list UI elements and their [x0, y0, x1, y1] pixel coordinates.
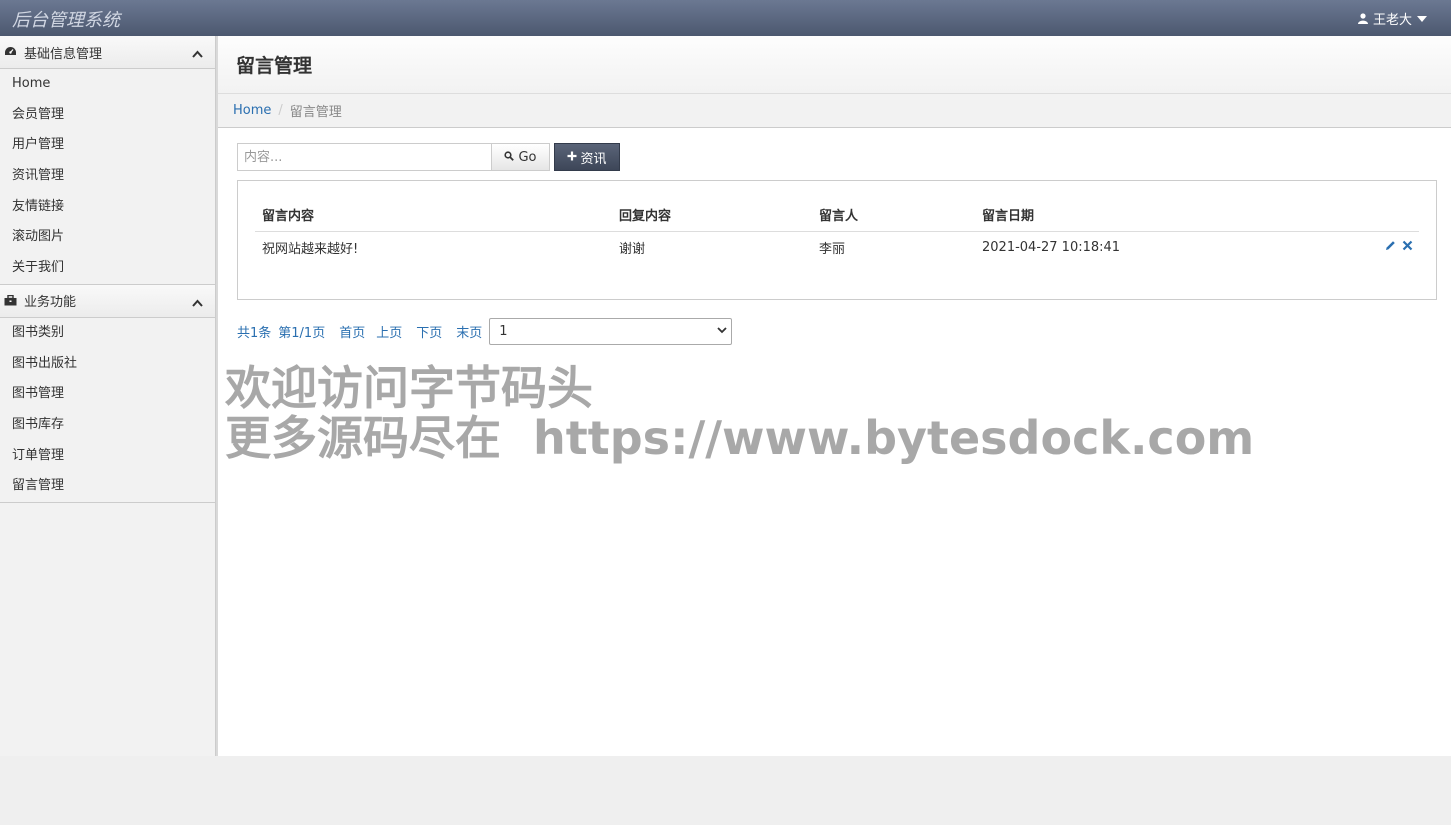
search-toolbar: Go 资讯 — [237, 143, 620, 171]
sidebar-item-users[interactable]: 用户管理 — [0, 130, 215, 161]
table-row: 祝网站越来越好! 谢谢 李丽 2021-04-27 10:18:41 — [255, 231, 1419, 263]
sidebar-group-basic-header[interactable]: 基础信息管理 — [0, 36, 215, 69]
top-navbar: 后台管理系统 王老大 — [0, 0, 1451, 36]
add-news-button[interactable]: 资讯 — [554, 143, 620, 171]
page-select[interactable]: 1 — [489, 318, 733, 345]
sidebar-group-basic-title: 基础信息管理 — [24, 46, 103, 62]
user-name: 王老大 — [1372, 13, 1412, 28]
main-content: 留言管理 Home / 留言管理 Go 资讯 留言内容 回复内容 留 — [218, 36, 1451, 756]
sidebar-item-about[interactable]: 关于我们 — [0, 253, 215, 284]
sidebar-item-home[interactable]: Home — [0, 69, 215, 100]
message-table: 留言内容 回复内容 留言人 留言日期 祝网站越来越好! 谢谢 李丽 2021-0… — [255, 199, 1419, 263]
sidebar-item-carousel[interactable]: 滚动图片 — [0, 222, 215, 253]
page-title: 留言管理 — [236, 55, 313, 77]
user-menu[interactable]: 王老大 — [1357, 9, 1427, 28]
breadcrumb: Home / 留言管理 — [218, 94, 1451, 128]
user-icon — [1357, 13, 1368, 24]
breadcrumb-current: 留言管理 — [289, 105, 342, 120]
pager-total: 共1条 — [237, 326, 272, 341]
sidebar-item-news[interactable]: 资讯管理 — [0, 161, 215, 192]
column-header-reply[interactable]: 回复内容 — [612, 199, 812, 232]
sidebar-group-business-title: 业务功能 — [24, 295, 77, 311]
cell-author: 李丽 — [819, 241, 846, 257]
breadcrumb-home-link[interactable]: Home — [233, 103, 271, 118]
sidebar-item-links[interactable]: 友情链接 — [0, 192, 215, 223]
dashboard-icon — [4, 45, 18, 59]
sidebar-item-messages[interactable]: 留言管理 — [0, 471, 215, 502]
search-input[interactable] — [237, 143, 492, 171]
breadcrumb-separator: / — [278, 103, 283, 118]
pager-prev-link[interactable]: 上页 — [376, 322, 402, 341]
pager-page-info: 第1/1页 — [278, 326, 326, 341]
caret-down-icon — [1417, 15, 1427, 22]
column-header-content[interactable]: 留言内容 — [255, 199, 612, 232]
select-chevron-down-icon — [717, 327, 727, 334]
pager-first-link[interactable]: 首页 — [339, 322, 365, 341]
pager-next-link[interactable]: 下页 — [416, 322, 442, 341]
chevron-up-icon[interactable] — [192, 47, 203, 62]
column-header-date[interactable]: 留言日期 — [975, 199, 1315, 232]
sidebar-group-business-header[interactable]: 业务功能 — [0, 284, 215, 318]
page-header: 留言管理 — [218, 36, 1451, 94]
sidebar-item-orders[interactable]: 订单管理 — [0, 441, 215, 472]
sidebar-group-business-list: 图书类别 图书出版社 图书管理 图书库存 订单管理 留言管理 — [0, 318, 215, 502]
delete-x-icon[interactable] — [1402, 240, 1413, 255]
go-button[interactable]: Go — [492, 143, 550, 171]
message-table-panel: 留言内容 回复内容 留言人 留言日期 祝网站越来越好! 谢谢 李丽 2021-0… — [237, 180, 1437, 300]
sidebar-item-book-categories[interactable]: 图书类别 — [0, 318, 215, 349]
cell-content: 祝网站越来越好! — [262, 241, 359, 257]
sidebar: 基础信息管理 Home 会员管理 用户管理 资讯管理 友情链接 滚动图片 关于我… — [0, 36, 216, 756]
add-news-button-label: 资讯 — [580, 151, 607, 167]
search-icon — [504, 150, 515, 165]
cell-date: 2021-04-27 10:18:41 — [982, 239, 1121, 255]
go-button-label: Go — [518, 149, 537, 165]
sidebar-item-books[interactable]: 图书管理 — [0, 379, 215, 410]
briefcase-icon — [4, 294, 18, 308]
table-header-row: 留言内容 回复内容 留言人 留言日期 — [255, 199, 1419, 232]
column-header-actions — [1315, 199, 1419, 232]
cell-reply: 谢谢 — [619, 241, 646, 257]
column-header-author[interactable]: 留言人 — [812, 199, 975, 232]
edit-pencil-icon[interactable] — [1385, 240, 1396, 255]
row-actions — [1315, 231, 1419, 263]
sidebar-group-basic-list: Home 会员管理 用户管理 资讯管理 友情链接 滚动图片 关于我们 — [0, 69, 215, 284]
pager-last-link[interactable]: 末页 — [456, 322, 482, 341]
pagination: 共1条 第1/1页 首页 上页 下页 末页 1 — [237, 318, 733, 345]
sidebar-item-members[interactable]: 会员管理 — [0, 100, 215, 131]
brand-title: 后台管理系统 — [12, 10, 120, 31]
plus-icon — [567, 150, 577, 165]
page-select-value: 1 — [499, 324, 508, 339]
sidebar-item-inventory[interactable]: 图书库存 — [0, 410, 215, 441]
chevron-up-icon[interactable] — [192, 296, 203, 311]
sidebar-item-publishers[interactable]: 图书出版社 — [0, 349, 215, 380]
